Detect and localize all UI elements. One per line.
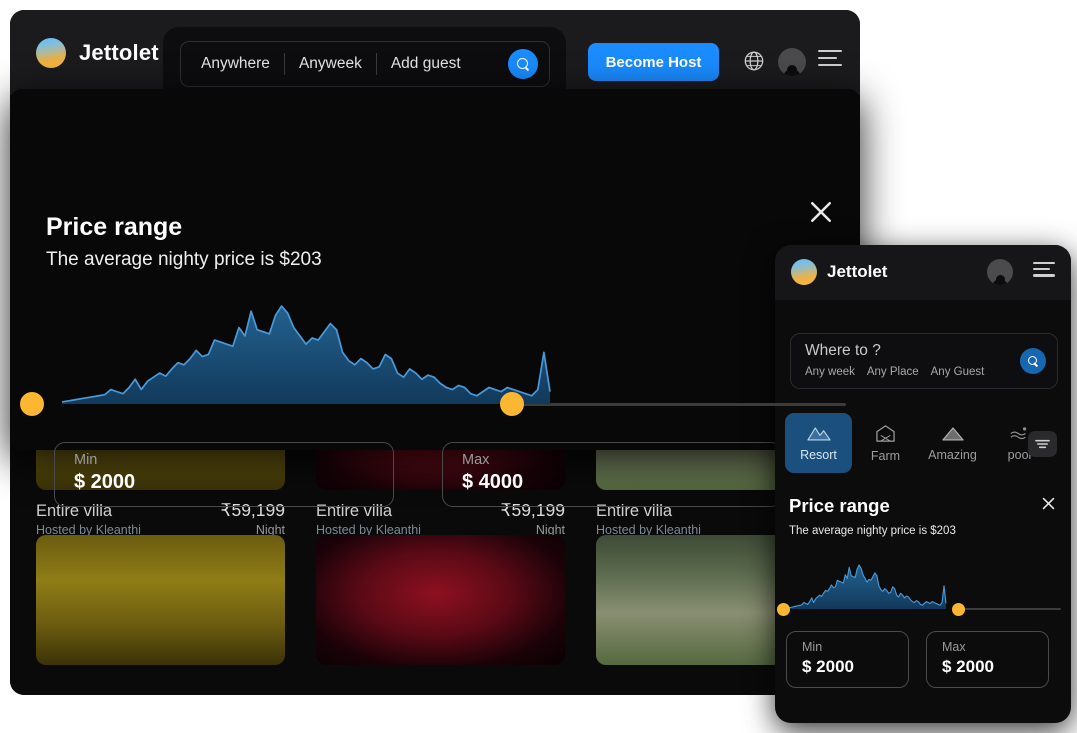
- mobile-chip-place[interactable]: Any Place: [867, 366, 919, 378]
- mobile-range-slider-max-handle[interactable]: [952, 603, 965, 616]
- category-tab-farm[interactable]: Farm: [852, 413, 919, 473]
- category-label: Amazing: [928, 448, 977, 462]
- mobile-min-price-input[interactable]: Min $ 2000: [786, 631, 909, 688]
- listing-photo[interactable]: [316, 535, 565, 665]
- search-location-field[interactable]: Anywhere: [201, 55, 270, 73]
- modal-title: Price range: [46, 213, 182, 242]
- search-icon: [517, 58, 530, 71]
- max-price-value[interactable]: $ 4000: [462, 471, 781, 494]
- category-tab-amazing[interactable]: Amazing: [919, 413, 986, 473]
- close-icon[interactable]: [806, 197, 836, 227]
- globe-icon[interactable]: [743, 50, 765, 72]
- become-host-button[interactable]: Become Host: [588, 43, 719, 81]
- histogram-area-chart: [10, 294, 860, 419]
- mobile-min-price-value[interactable]: $ 2000: [802, 657, 908, 677]
- mobile-max-price-value[interactable]: $ 2000: [942, 657, 1048, 677]
- mobile-topbar: Jettolet: [775, 245, 1071, 300]
- divider: [376, 53, 377, 75]
- price-range-modal: Price range The average nighty price is …: [10, 89, 860, 450]
- close-icon[interactable]: [1040, 495, 1057, 512]
- avatar-icon[interactable]: [778, 48, 806, 76]
- brand-name: Jettolet: [79, 40, 159, 66]
- mobile-min-price-label: Min: [802, 640, 908, 654]
- search-guest-field[interactable]: Add guest: [391, 55, 461, 73]
- listing-row-2: [36, 535, 846, 665]
- range-slider-min-handle[interactable]: [20, 392, 44, 416]
- hamburger-menu-icon[interactable]: [1033, 262, 1055, 277]
- brand-logo[interactable]: Jettolet: [36, 38, 159, 68]
- range-slider-max-handle[interactable]: [500, 392, 524, 416]
- hamburger-menu-icon[interactable]: [818, 50, 842, 67]
- jettolet-logo-icon: [791, 259, 817, 285]
- mobile-price-title: Price range: [789, 495, 890, 517]
- category-label: Farm: [871, 449, 900, 463]
- max-price-label: Max: [462, 452, 781, 468]
- search-button[interactable]: [508, 49, 538, 79]
- desktop-topbar: Jettolet Anywhere Anyweek Add guest Be: [10, 10, 860, 95]
- mobile-max-price-label: Max: [942, 640, 1048, 654]
- triangle-mountain-icon: [941, 425, 965, 442]
- mobile-chip-guest[interactable]: Any Guest: [931, 366, 985, 378]
- mobile-price-histogram[interactable]: [775, 555, 1071, 617]
- listing-card[interactable]: [36, 535, 285, 665]
- mobile-brand-logo[interactable]: Jettolet: [791, 259, 887, 285]
- category-tab-resort[interactable]: Resort: [785, 413, 852, 473]
- filter-icon[interactable]: [1028, 431, 1057, 457]
- category-label: Resort: [800, 448, 837, 462]
- mobile-price-subtitle: The average nighty price is $203: [789, 525, 956, 537]
- mobile-category-tabs: Resort Farm Amazing: [785, 413, 1061, 473]
- price-inputs: Min $ 2000 Max $ 4000: [54, 442, 782, 507]
- mountain-icon: [807, 425, 831, 442]
- listing-photo[interactable]: [36, 535, 285, 665]
- min-price-value[interactable]: $ 2000: [74, 471, 393, 494]
- mobile-max-price-input[interactable]: Max $ 2000: [926, 631, 1049, 688]
- jettolet-logo-icon: [36, 38, 66, 68]
- max-price-input[interactable]: Max $ 4000: [442, 442, 782, 507]
- avatar-icon[interactable]: [987, 259, 1013, 285]
- search-bar[interactable]: Anywhere Anyweek Add guest: [180, 41, 550, 87]
- mobile-histogram-area-chart: [775, 555, 1071, 617]
- modal-subtitle: The average nighty price is $203: [46, 249, 322, 271]
- min-price-input[interactable]: Min $ 2000: [54, 442, 394, 507]
- barn-icon: [875, 424, 896, 443]
- screenshot-root: Jettolet Anywhere Anyweek Add guest Be: [0, 0, 1077, 733]
- search-icon: [1028, 356, 1039, 367]
- min-price-label: Min: [74, 452, 393, 468]
- price-histogram[interactable]: [10, 294, 860, 419]
- filter-lines-icon: [1035, 438, 1050, 450]
- listing-card[interactable]: [316, 535, 565, 665]
- mobile-range-slider-min-handle[interactable]: [777, 603, 790, 616]
- mobile-brand-name: Jettolet: [827, 262, 887, 282]
- mobile-search-button[interactable]: [1020, 348, 1046, 374]
- search-date-field[interactable]: Anyweek: [299, 55, 362, 73]
- mobile-price-inputs: Min $ 2000 Max $ 2000: [786, 631, 1049, 688]
- divider: [284, 53, 285, 75]
